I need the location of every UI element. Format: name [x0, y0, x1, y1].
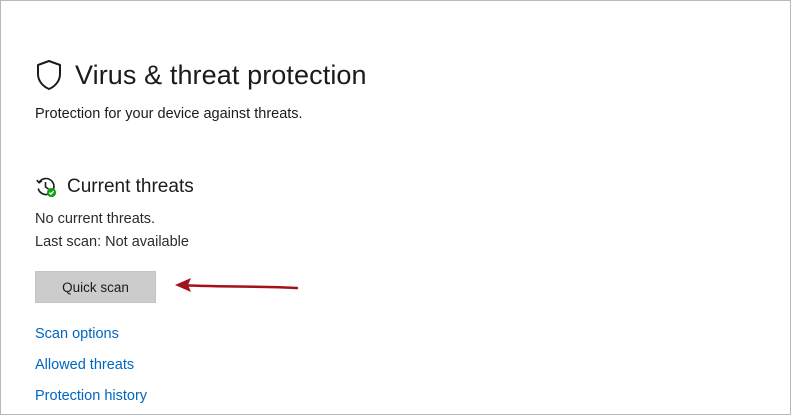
- scan-options-link[interactable]: Scan options: [35, 326, 119, 342]
- history-check-icon: [35, 176, 57, 198]
- current-threats-header: Current threats: [35, 174, 194, 200]
- shield-icon: [35, 59, 63, 91]
- page-title: Virus & threat protection: [75, 59, 367, 90]
- threat-status-text: No current threats.: [35, 211, 156, 227]
- protection-history-link[interactable]: Protection history: [35, 388, 147, 404]
- section-title: Current threats: [67, 176, 194, 197]
- page-header: Virus & threat protection: [35, 55, 367, 95]
- annotation-arrow: [175, 278, 299, 292]
- last-scan-text: Last scan: Not available: [35, 234, 189, 250]
- allowed-threats-link[interactable]: Allowed threats: [35, 357, 134, 373]
- page-subtitle: Protection for your device against threa…: [35, 106, 303, 122]
- quick-scan-button[interactable]: Quick scan: [35, 271, 156, 303]
- virus-threat-protection-window: Virus & threat protection Protection for…: [0, 0, 791, 415]
